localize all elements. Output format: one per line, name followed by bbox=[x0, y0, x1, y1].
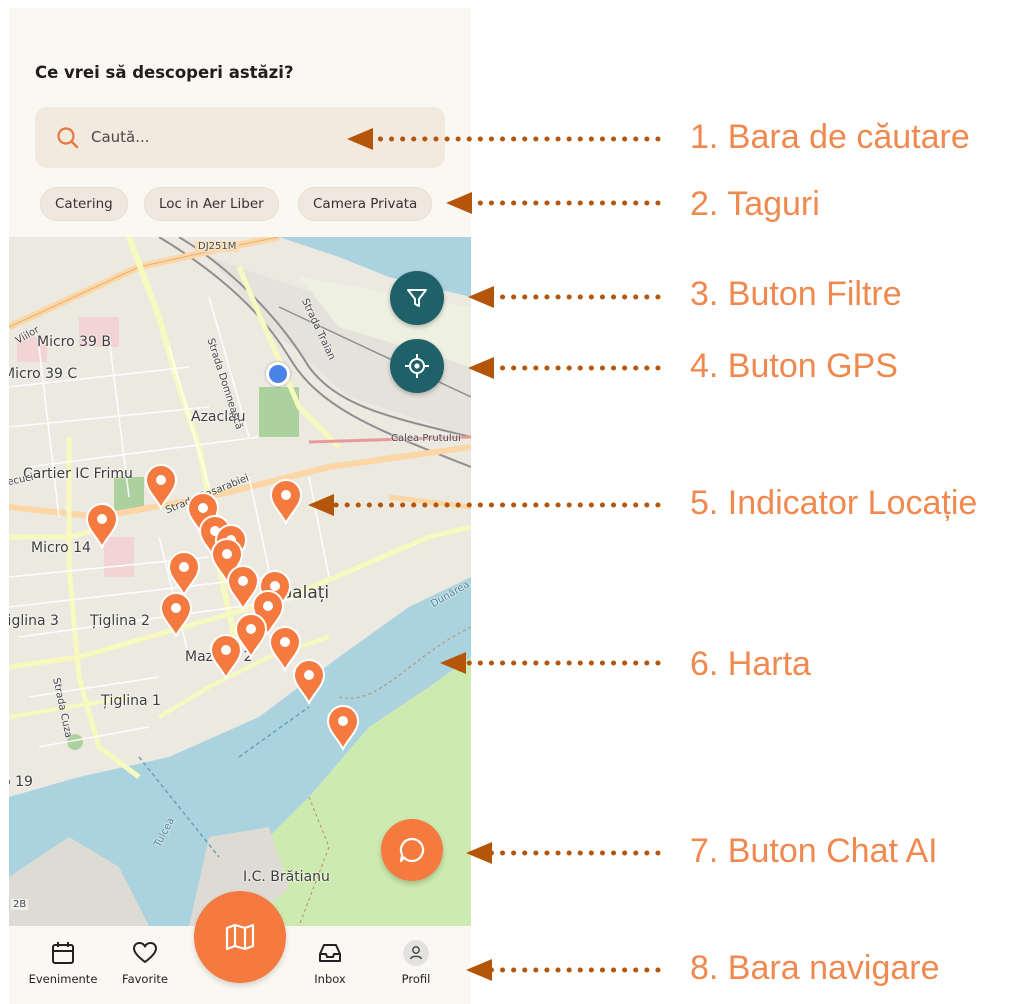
annotation-arrow bbox=[466, 959, 661, 981]
annotation-arrow bbox=[446, 192, 661, 214]
annotation-arrow bbox=[466, 842, 661, 864]
annotation-nav-bar: 8. Bara navigare bbox=[690, 949, 940, 987]
annotation-map: 6. Harta bbox=[690, 645, 811, 683]
annotation-search-bar: 1. Bara de căutare bbox=[690, 118, 970, 156]
annotation-arrow bbox=[468, 357, 661, 379]
annotation-chat-ai-button: 7. Buton Chat AI bbox=[690, 832, 938, 870]
annotation-tags: 2. Taguri bbox=[690, 185, 820, 223]
annotation-arrow bbox=[440, 652, 661, 674]
annotation-gps-button: 4. Buton GPS bbox=[690, 347, 898, 385]
annotation-arrow bbox=[347, 128, 661, 150]
annotation-arrow bbox=[308, 494, 661, 516]
annotation-location-indicator: 5. Indicator Locație bbox=[690, 484, 978, 522]
annotation-arrow bbox=[468, 286, 661, 308]
annotation-filter-button: 3. Buton Filtre bbox=[690, 275, 902, 313]
